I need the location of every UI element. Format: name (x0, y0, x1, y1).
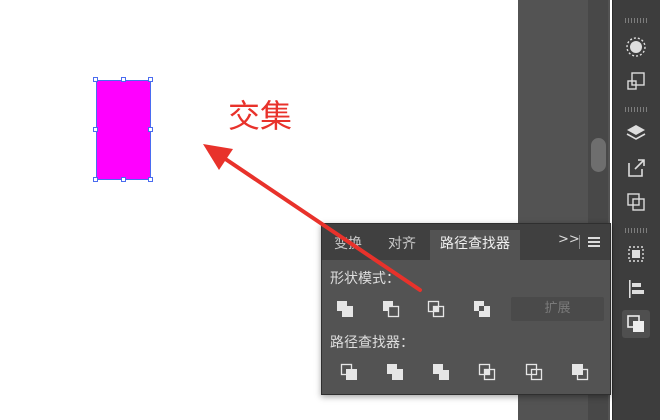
pathfinder-icon[interactable] (622, 310, 650, 338)
minus-back-icon[interactable] (566, 359, 594, 385)
tab-divider (579, 235, 580, 249)
expand-button[interactable]: 扩展 (511, 297, 604, 321)
merge-icon[interactable] (427, 359, 455, 385)
selection-handle[interactable] (148, 77, 153, 82)
tab-align[interactable]: 对齐 (378, 230, 426, 260)
selection-handle[interactable] (93, 77, 98, 82)
selection-handle[interactable] (121, 177, 126, 182)
selection-handle[interactable] (148, 127, 153, 132)
export-icon[interactable] (622, 154, 650, 182)
selection-handle[interactable] (93, 177, 98, 182)
panel-tab-bar: 变换 对齐 路径查找器 >> (322, 224, 610, 260)
selection-handle[interactable] (121, 77, 126, 82)
transform-icon[interactable] (622, 188, 650, 216)
hamburger-menu-icon[interactable] (588, 237, 600, 247)
dock-grip[interactable] (625, 228, 647, 233)
tab-transform[interactable]: 变换 (324, 230, 372, 260)
artboard-icon[interactable] (622, 67, 650, 95)
divide-icon[interactable] (335, 359, 363, 385)
tab-pathfinder[interactable]: 路径查找器 (430, 230, 520, 260)
panel-overflow-button[interactable]: >> (558, 232, 580, 247)
shape-modes-label: 形状模式： (330, 271, 400, 287)
crop-icon[interactable] (473, 359, 501, 385)
trim-icon[interactable] (381, 359, 409, 385)
pathfinder-panel: 变换 对齐 路径查找器 >> 形状模式： 扩展 路径查找器： (321, 223, 611, 395)
outline-icon[interactable] (520, 359, 548, 385)
annotation-label: 交集 (228, 97, 293, 135)
minus-front-icon[interactable] (377, 296, 405, 322)
unite-icon[interactable] (331, 296, 359, 322)
pathfinders-label: 路径查找器： (330, 335, 414, 351)
align-icon[interactable] (622, 275, 650, 303)
selection-handle[interactable] (93, 127, 98, 132)
magenta-rectangle[interactable] (96, 80, 151, 180)
appearance-icon[interactable] (622, 33, 650, 61)
intersect-icon[interactable] (422, 296, 450, 322)
dock-grip[interactable] (625, 107, 647, 112)
layers-icon[interactable] (622, 119, 650, 147)
scrollbar-thumb[interactable] (591, 138, 606, 172)
exclude-icon[interactable] (468, 296, 496, 322)
dock-grip[interactable] (625, 18, 647, 23)
align-distribute-icon[interactable] (622, 240, 650, 268)
selection-handle[interactable] (148, 177, 153, 182)
